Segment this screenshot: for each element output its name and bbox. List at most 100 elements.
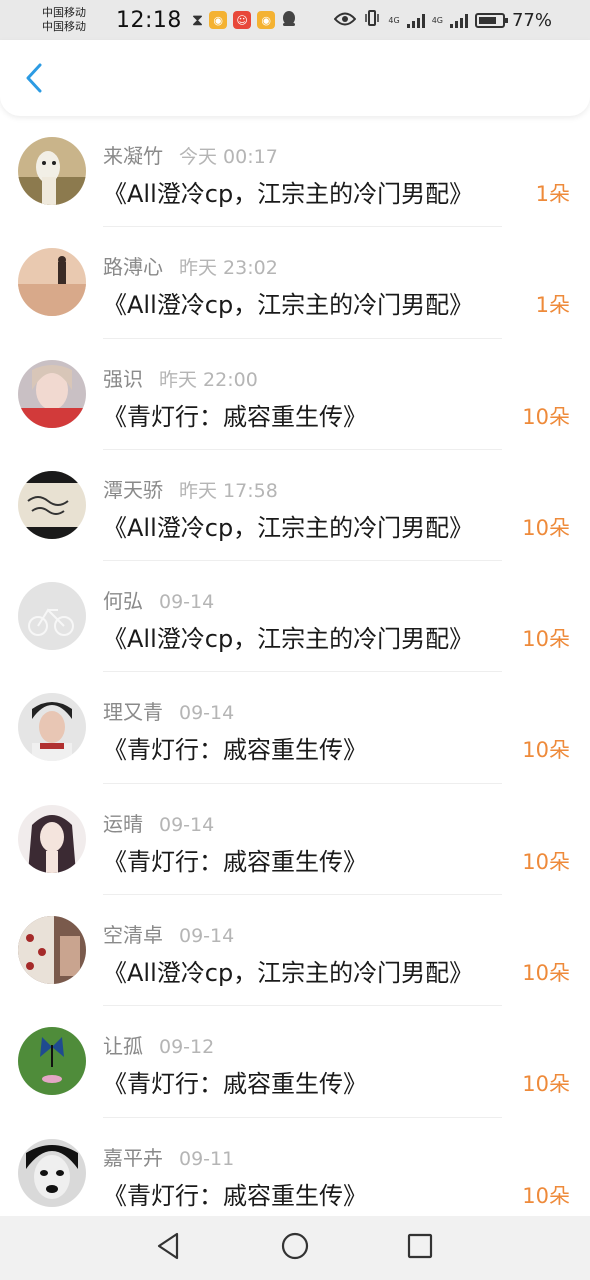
sender-name: 运晴 09-14: [103, 808, 214, 837]
network-type-1: 4G: [388, 15, 400, 25]
hourglass-icon: ⧗: [191, 10, 204, 29]
flower-count: 10朵: [522, 404, 570, 429]
list-item[interactable]: 路溥心 昨天 23:02 《All澄冷cp，江宗主的冷门男配》 1朵: [0, 227, 590, 339]
gift-record-list: 来凝竹 今天 00:17 《All澄冷cp，江宗主的冷门男配》 1朵 路溥心 昨天 …: [0, 116, 590, 1229]
record-time: 09-14: [179, 925, 235, 948]
sender-name-text: 强识: [103, 366, 143, 391]
flower-count: 10朵: [522, 849, 570, 874]
avatar[interactable]: [18, 804, 86, 873]
flower-count: 1朵: [535, 293, 570, 318]
square-recents-icon: [407, 1233, 433, 1263]
flower-count: 10朵: [522, 738, 570, 763]
record-time: 09-14: [159, 591, 215, 614]
book-title[interactable]: 《青灯行：戚容重生传》: [103, 1176, 367, 1211]
book-title[interactable]: 《All澄冷cp，江宗主的冷门男配》: [103, 174, 473, 209]
flower-count: 1朵: [535, 182, 570, 206]
signal-icon-2: [449, 12, 468, 28]
nav-home-button[interactable]: [279, 1232, 311, 1264]
weibo-icon: ◉: [209, 11, 228, 29]
sender-name: 理又青 09-14: [103, 696, 234, 725]
circle-home-icon: [281, 1232, 309, 1264]
book-title[interactable]: 《青灯行：戚容重生传》: [103, 842, 367, 877]
book-title[interactable]: 《All澄冷cp，江宗主的冷门男配》: [103, 508, 473, 543]
weibo-icon-2: ◉: [257, 11, 276, 29]
book-title[interactable]: 《青灯行：戚容重生传》: [103, 730, 367, 765]
record-time: 09-14: [159, 813, 215, 836]
top-nav-bar: [0, 40, 590, 116]
sender-name-text: 路溥心: [103, 255, 163, 280]
sender-name-text: 空清卓: [103, 923, 163, 948]
book-title[interactable]: 《All澄冷cp，江宗主的冷门男配》: [103, 953, 473, 988]
flower-count: 10朵: [522, 627, 570, 652]
list-item[interactable]: 何弘 09-14 《All澄冷cp，江宗主的冷门男配》 10朵: [0, 561, 590, 673]
record-time: 09-12: [159, 1036, 215, 1059]
flower-count: 10朵: [522, 1183, 570, 1208]
sender-name: 空清卓 09-14: [103, 919, 234, 948]
sender-name: 嘉平卉 09-11: [103, 1142, 234, 1171]
vibrate-icon: [363, 9, 381, 31]
record-time: 今天 00:17: [179, 146, 278, 168]
list-item[interactable]: 空清卓 09-14 《All澄冷cp，江宗主的冷门男配》 10朵: [0, 895, 590, 1007]
back-button[interactable]: [20, 63, 48, 96]
book-title[interactable]: 《All澄冷cp，江宗主的冷门男配》: [103, 619, 473, 654]
sender-name: 路溥心 昨天 23:02: [103, 251, 278, 280]
network-type-2: 4G: [431, 15, 443, 25]
nav-back-button[interactable]: [152, 1232, 184, 1264]
list-item[interactable]: 嘉平卉 09-11 《青灯行：戚容重生传》 10朵: [0, 1118, 590, 1229]
list-item[interactable]: 运晴 09-14 《青灯行：戚容重生传》 10朵: [0, 784, 590, 896]
app-notification-icon: ☺: [233, 11, 252, 29]
list-item[interactable]: 让孤 09-12 《青灯行：戚容重生传》 10朵: [0, 1006, 590, 1118]
qq-icon: [281, 10, 297, 31]
sender-name-text: 潭天骄: [103, 477, 163, 502]
record-time: 昨天 17:58: [179, 479, 278, 502]
book-title[interactable]: 《All澄冷cp，江宗主的冷门男配》: [103, 285, 473, 320]
record-time: 昨天 23:02: [179, 257, 278, 280]
record-time: 09-11: [179, 1147, 235, 1170]
list-item[interactable]: 来凝竹 今天 00:17 《All澄冷cp，江宗主的冷门男配》 1朵: [0, 116, 590, 228]
avatar[interactable]: [18, 693, 86, 762]
sender-name-text: 嘉平卉: [103, 1145, 163, 1170]
signal-icon-1: [406, 12, 425, 28]
sender-name-text: 让孤: [103, 1034, 143, 1059]
status-right: 4G 4G 77%: [334, 0, 552, 40]
list-item[interactable]: 潭天骄 昨天 17:58 《All澄冷cp，江宗主的冷门男配》 10朵: [0, 450, 590, 562]
battery-icon: [474, 12, 508, 28]
record-time: 09-14: [179, 702, 235, 725]
carrier-1: 中国移动: [42, 6, 86, 19]
avatar[interactable]: [18, 916, 86, 985]
system-nav-bar: [0, 1216, 590, 1280]
avatar[interactable]: [18, 359, 86, 428]
sender-name-text: 何弘: [103, 589, 143, 614]
sender-name: 来凝竹 今天 00:17: [103, 140, 278, 169]
flower-count: 10朵: [522, 515, 570, 540]
avatar[interactable]: [18, 137, 86, 205]
carrier-info: 中国移动 中国移动: [42, 6, 122, 34]
notification-icons: ⧗ ◉ ☺ ◉: [192, 10, 297, 31]
avatar[interactable]: [18, 248, 86, 317]
avatar[interactable]: [18, 1138, 86, 1207]
sender-name: 何弘 09-14: [103, 585, 214, 614]
sender-name-text: 来凝竹: [103, 144, 163, 168]
sender-name-text: 理又青: [103, 700, 163, 725]
list-item[interactable]: 强识 昨天 22:00 《青灯行：戚容重生传》 10朵: [0, 339, 590, 450]
triangle-back-icon: [155, 1232, 181, 1264]
battery-percent: 77%: [511, 9, 552, 31]
sender-name: 潭天骄 昨天 17:58: [103, 474, 278, 503]
sender-name-text: 运晴: [103, 811, 143, 836]
flower-count: 10朵: [522, 1072, 570, 1097]
status-bar: 中国移动 中国移动 12:18 ⧗ ◉ ☺ ◉ 4G 4G 77%: [0, 0, 590, 40]
nav-recents-button[interactable]: [404, 1232, 436, 1264]
flower-count: 10朵: [522, 961, 570, 986]
status-time: 12:18: [116, 7, 182, 33]
carrier-2: 中国移动: [42, 20, 86, 33]
avatar[interactable]: [18, 1027, 86, 1096]
sender-name: 强识 昨天 22:00: [103, 363, 258, 392]
list-item[interactable]: 理又青 09-14 《青灯行：戚容重生传》 10朵: [0, 672, 590, 784]
book-title[interactable]: 《青灯行：戚容重生传》: [103, 1064, 367, 1099]
avatar[interactable]: [18, 582, 86, 651]
avatar[interactable]: [18, 470, 86, 539]
sender-name: 让孤 09-12: [103, 1030, 214, 1059]
book-title[interactable]: 《青灯行：戚容重生传》: [103, 397, 367, 432]
record-time: 昨天 22:00: [159, 368, 258, 391]
eye-icon: [334, 11, 357, 30]
